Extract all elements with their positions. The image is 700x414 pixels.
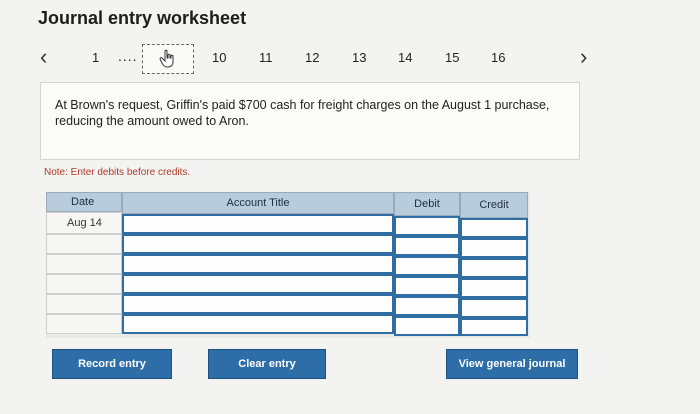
debit-input[interactable] [394, 316, 460, 336]
credit-input[interactable] [460, 258, 528, 278]
page-title: Journal entry worksheet [38, 8, 247, 28]
date-cell [46, 234, 122, 254]
credit-input[interactable] [460, 278, 528, 298]
clear-entry-button[interactable]: Clear entry [208, 349, 326, 379]
account-title-input[interactable] [122, 294, 394, 314]
page-link-15[interactable]: 15 [445, 50, 459, 65]
page-link-1[interactable]: 1 [92, 50, 99, 65]
credit-input[interactable] [460, 238, 528, 258]
account-title-input[interactable] [122, 314, 394, 334]
debit-input[interactable] [394, 276, 460, 296]
date-cell [46, 274, 122, 294]
date-cell [46, 314, 122, 334]
header-account-title: Account Title [122, 192, 394, 214]
account-title-input[interactable] [122, 274, 394, 294]
header-credit: Credit [460, 192, 528, 218]
prev-arrow-icon[interactable]: ‹ [40, 44, 47, 70]
debit-input[interactable] [394, 236, 460, 256]
page-ellipsis: .... [118, 48, 138, 64]
page-link-12[interactable]: 12 [305, 50, 319, 65]
page-link-16[interactable]: 16 [491, 50, 505, 65]
header-date: Date [46, 192, 122, 212]
question-pager: ‹ 1 .... 10 11 12 13 14 15 16 › [0, 44, 700, 74]
credit-input[interactable] [460, 218, 528, 238]
hand-pointer-icon [159, 49, 174, 68]
journal-table: Date Account Title Debit Credit Aug 14 [46, 192, 530, 338]
record-entry-button[interactable]: Record entry [52, 349, 172, 379]
account-title-input[interactable] [122, 254, 394, 274]
account-title-input[interactable] [122, 214, 394, 234]
debit-credit-note: Note: Enter debits before credits. [44, 167, 191, 178]
page-link-14[interactable]: 14 [398, 50, 412, 65]
next-arrow-icon[interactable]: › [580, 44, 587, 70]
credit-input[interactable] [460, 318, 528, 336]
date-cell [46, 294, 122, 314]
page-link-11[interactable]: 11 [259, 50, 273, 65]
page-link-10[interactable]: 10 [212, 50, 226, 65]
question-text: At Brown's request, Griffin's paid $700 … [40, 82, 580, 160]
debit-input[interactable] [394, 216, 460, 236]
header-debit: Debit [394, 192, 460, 216]
view-general-journal-button[interactable]: View general journal [446, 349, 578, 379]
page-link-13[interactable]: 13 [352, 50, 366, 65]
date-cell: Aug 14 [46, 212, 122, 234]
account-title-input[interactable] [122, 234, 394, 254]
debit-input[interactable] [394, 296, 460, 316]
credit-input[interactable] [460, 298, 528, 318]
current-page-indicator[interactable] [142, 44, 194, 74]
debit-input[interactable] [394, 256, 460, 276]
date-cell [46, 254, 122, 274]
